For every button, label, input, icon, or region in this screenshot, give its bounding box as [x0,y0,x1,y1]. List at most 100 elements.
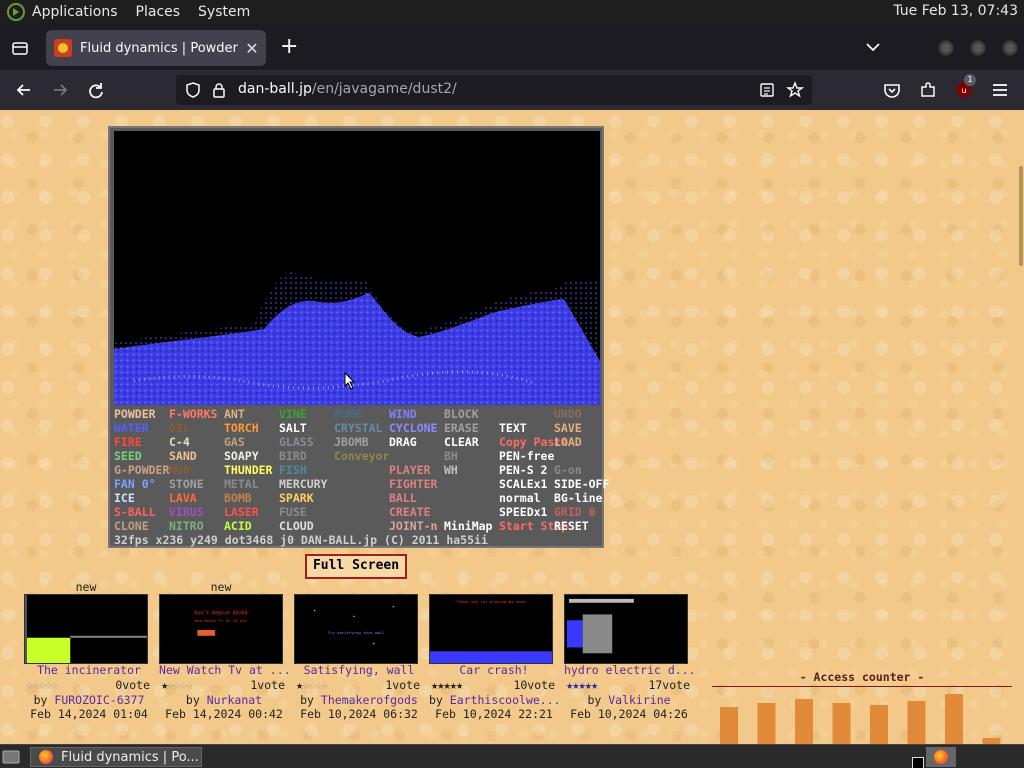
game-menu-item[interactable]: MUD [169,463,190,477]
game-menu-item[interactable]: G-POWDER [114,463,169,477]
game-menu-item[interactable]: FISH [279,463,307,477]
game-menu-item[interactable]: CYCLONE [389,421,437,435]
close-tab-icon[interactable]: ✕ [242,39,262,58]
save-author-link[interactable]: Nurkanat [207,693,262,707]
address-bar[interactable]: dan-ball.jp/en/javagame/dust2/ [176,75,812,105]
tray-firefox-button[interactable] [926,747,956,767]
game-menu-item[interactable]: SIDE-OFF [554,477,609,491]
maximize-window-icon[interactable] [970,40,986,56]
game-menu-item[interactable]: CREATE [389,505,431,519]
game-menu-item[interactable]: PLAYER [389,463,431,477]
game-menu-item[interactable]: GAS [224,435,245,449]
chevron-down-icon[interactable] [864,38,882,56]
game-menu-item[interactable]: JOINT-n [389,519,437,533]
thumbnail-preview[interactable]: Try satisfying this wall [294,594,418,664]
game-menu-item[interactable]: SALT [279,421,307,435]
game-menu-item[interactable]: normal [499,491,541,505]
game-menu-item[interactable]: BALL [389,491,417,505]
page-scrollbar[interactable] [1018,110,1024,744]
save-author-link[interactable]: FUROZOIC-6377 [54,693,144,707]
new-tab-button[interactable]: + [280,36,298,58]
save-author-link[interactable]: Earthiscoolwe... [450,693,561,707]
game-menu-item[interactable]: G-on [554,463,582,477]
pocket-icon[interactable] [882,80,902,100]
game-menu-item[interactable]: TORCH [224,421,259,435]
save-title-link[interactable]: hydro electric d... [564,663,694,677]
game-menu-item[interactable]: POWDER [114,407,156,421]
rating-star-icon[interactable]: ★ [456,678,463,692]
system-menu[interactable]: System [198,4,250,20]
game-menu-item[interactable]: UNDO [554,407,582,421]
save-title-link[interactable]: New Watch Tv at ... [159,663,289,677]
game-menu-item[interactable]: MERCURY [279,477,327,491]
save-title-link[interactable]: Car crash! [429,663,559,677]
workspace-switcher-icon[interactable] [912,757,924,768]
list-all-tabs-icon[interactable] [10,38,30,58]
game-menu-item[interactable]: CLOUD [279,519,314,533]
show-desktop-icon[interactable] [2,749,20,765]
game-menu-item[interactable]: WATER [114,421,149,435]
scrollbar-thumb[interactable] [1019,166,1023,266]
game-menu-item[interactable]: SAVE [554,421,582,435]
thumbnail-preview[interactable]: Don't Remove 80x60 New Watch Tv at 24 min [159,594,283,664]
reload-icon[interactable] [86,80,106,100]
thumbnail-preview[interactable]: Thank you for playing my save [429,594,553,664]
game-menu-item[interactable]: SEED [114,449,142,463]
reader-view-icon[interactable] [758,81,776,99]
game-menu-item[interactable]: BLOCK [444,407,479,421]
game-menu-item[interactable]: ANT [224,407,245,421]
close-window-icon[interactable] [1002,40,1018,56]
game-menu-item[interactable]: GRID 0 [554,505,596,519]
bookmark-star-icon[interactable] [786,81,804,99]
rating-star-icon[interactable]: ★ [591,678,598,692]
shield-icon[interactable] [184,81,202,99]
rating-stars[interactable]: ★☆☆☆☆ [161,678,193,692]
game-menu-item[interactable]: CRYSTAL [334,421,382,435]
game-menu-item[interactable]: BG-line [554,491,602,505]
lock-icon[interactable] [210,81,228,99]
game-menu-item[interactable]: LASER [224,505,259,519]
game-menu-item[interactable]: S-BALL [114,505,156,519]
places-menu[interactable]: Places [136,4,181,20]
save-author-link[interactable]: Valkirine [608,693,670,707]
gnome-logo-icon[interactable] [6,2,26,22]
game-menu-item[interactable]: THUNDER [224,463,272,477]
game-menu-item[interactable]: F-WORKS [169,407,217,421]
game-menu-item[interactable]: METAL [224,477,259,491]
game-menu-item[interactable]: FUSE [279,505,307,519]
game-menu-item[interactable]: STONE [169,477,204,491]
game-menu-item[interactable]: LOAD [554,435,582,449]
rating-star-icon[interactable]: ☆ [321,678,328,692]
url-text[interactable]: dan-ball.jp/en/javagame/dust2/ [238,81,457,97]
clock[interactable]: Tue Feb 13, 07:43 [893,3,1018,19]
game-menu-item[interactable]: VINE [279,407,307,421]
thumbnail-preview[interactable] [564,594,688,664]
game-menu-item[interactable]: RESET [554,519,589,533]
game-menu-item[interactable]: SCALEx1 [499,477,547,491]
save-title-link[interactable]: Satisfying, wall [294,663,424,677]
applications-menu[interactable]: Applications [32,4,118,20]
game-menu-item[interactable]: FIRE [114,435,142,449]
rating-stars[interactable]: ★☆☆☆☆ [296,678,328,692]
game-menu-item[interactable]: WIND [389,407,417,421]
game-menu-item[interactable]: PEN-free [499,449,554,463]
game-menu-item[interactable]: PEN-S 2 [499,463,547,477]
rating-star-icon[interactable]: ☆ [186,678,193,692]
game-menu-item[interactable]: ACID [224,519,252,533]
game-menu-item[interactable]: MiniMap [444,519,492,533]
game-menu-item[interactable]: VIRUS [169,505,204,519]
game-menu-item[interactable]: ICE [114,491,135,505]
game-menu-item[interactable]: BOMB [224,491,252,505]
game-menu-item[interactable]: PUMP [334,407,362,421]
game-menu-item[interactable]: NITRO [169,519,204,533]
game-menu-item[interactable]: SPEEDx1 [499,505,547,519]
game-menu-item[interactable]: TEXT [499,421,527,435]
game-canvas[interactable] [114,131,600,405]
rating-star-icon[interactable]: ☆ [51,678,58,692]
minimize-window-icon[interactable] [938,40,954,56]
forward-arrow-icon[interactable] [50,80,70,100]
game-menu-item[interactable]: CLONE [114,519,149,533]
save-author-link[interactable]: Themakerofgods [321,693,418,707]
game-menu-item[interactable]: BIRD [279,449,307,463]
tab-fluid-dynamics[interactable]: Fluid dynamics | Powder Ga ✕ [46,30,266,66]
